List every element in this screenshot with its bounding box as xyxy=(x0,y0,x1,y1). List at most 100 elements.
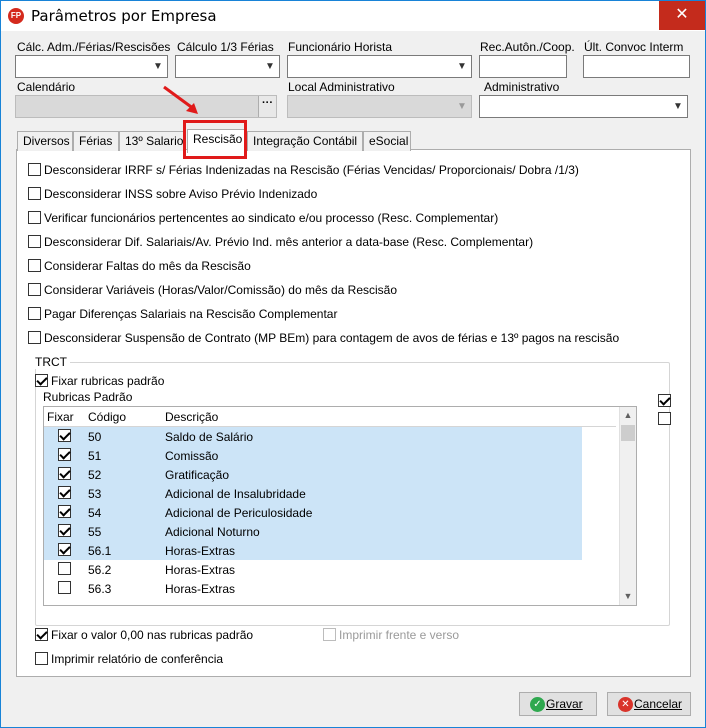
checkbox[interactable] xyxy=(28,163,41,177)
calendario-label: Calendário xyxy=(17,80,76,94)
checkbox[interactable] xyxy=(35,628,48,642)
fixar-zero-option[interactable]: Fixar o valor 0,00 nas rubricas padrão xyxy=(35,627,253,643)
row-fixar-checkbox[interactable] xyxy=(58,562,71,575)
check-icon: ✓ xyxy=(530,697,545,712)
table-row[interactable]: 50 Saldo de Salário xyxy=(44,427,582,446)
administrativo-select[interactable]: ▼ xyxy=(479,95,688,118)
table-row[interactable]: 56.2 Horas-Extras xyxy=(44,560,582,579)
table-row[interactable]: 52 Gratificação xyxy=(44,465,582,484)
option-label: Desconsiderar IRRF s/ Férias Indenizadas… xyxy=(44,162,579,177)
local-adm-select[interactable]: ▼ xyxy=(287,95,472,118)
table-row[interactable]: 55 Adicional Noturno xyxy=(44,522,582,541)
row-fixar-checkbox[interactable] xyxy=(58,429,71,442)
scroll-thumb[interactable] xyxy=(621,425,635,441)
checkbox[interactable] xyxy=(35,652,48,666)
row-fixar-checkbox[interactable] xyxy=(58,581,71,594)
row-fixar-checkbox[interactable] xyxy=(58,543,71,556)
table-row[interactable]: 54 Adicional de Periculosidade xyxy=(44,503,582,522)
close-button[interactable]: ✕ xyxy=(659,1,705,30)
row-descricao: Gratificação xyxy=(165,468,230,482)
checkbox[interactable] xyxy=(35,374,48,388)
option-dif-salariais[interactable]: Desconsiderar Dif. Salariais/Av. Prévio … xyxy=(28,234,533,250)
checkbox[interactable] xyxy=(28,283,41,297)
row-codigo: 53 xyxy=(88,487,102,501)
tab-rescisao[interactable]: Rescisão xyxy=(187,129,245,153)
row-descricao: Adicional Noturno xyxy=(165,525,260,539)
grid-header: Fixar Código Descrição xyxy=(44,407,616,427)
row-descricao: Horas-Extras xyxy=(165,544,236,558)
checkbox[interactable] xyxy=(28,259,41,273)
ult-convoc-label: Últ. Convoc Interm xyxy=(584,40,684,54)
cancelar-button[interactable]: ✕ Cancelar xyxy=(607,692,691,716)
calendario-browse-button[interactable]: ··· xyxy=(258,96,276,117)
option-variaveis[interactable]: Considerar Variáveis (Horas/Valor/Comiss… xyxy=(28,282,397,298)
imprimir-frente-verso-option[interactable]: Imprimir frente e verso xyxy=(323,627,459,643)
table-row[interactable]: 56.1 Horas-Extras xyxy=(44,541,582,560)
row-codigo: 55 xyxy=(88,525,102,539)
col-descricao[interactable]: Descrição xyxy=(165,410,218,424)
col-codigo[interactable]: Código xyxy=(88,410,126,424)
administrativo-label: Administrativo xyxy=(484,80,560,94)
row-fixar-checkbox[interactable] xyxy=(58,524,71,537)
option-suspensao[interactable]: Desconsiderar Suspensão de Contrato (MP … xyxy=(28,330,619,346)
option-inss-aviso[interactable]: Desconsiderar INSS sobre Aviso Prévio In… xyxy=(28,186,317,202)
row-fixar-checkbox[interactable] xyxy=(58,505,71,518)
scroll-down-icon[interactable]: ▼ xyxy=(620,588,636,605)
table-row[interactable]: 56.3 Horas-Extras xyxy=(44,579,582,598)
table-row[interactable]: 53 Adicional de Insalubridade xyxy=(44,484,582,503)
calc-13-select[interactable]: ▼ xyxy=(175,55,280,78)
tab-diversos[interactable]: Diversos xyxy=(17,131,73,151)
scroll-up-icon[interactable]: ▲ xyxy=(620,407,636,424)
fixar-rubricas-option[interactable]: Fixar rubricas padrão xyxy=(35,373,164,389)
checkbox[interactable] xyxy=(323,628,336,642)
gravar-button[interactable]: ✓ Gravar xyxy=(519,692,597,716)
option-label: Desconsiderar Suspensão de Contrato (MP … xyxy=(44,330,620,345)
tab-esocial[interactable]: eSocial xyxy=(363,131,411,151)
rubricas-grid[interactable]: Fixar Código Descrição 50 Saldo de Salár… xyxy=(43,406,637,606)
imprimir-relatorio-option[interactable]: Imprimir relatório de conferência xyxy=(35,651,223,667)
row-codigo: 56.3 xyxy=(88,582,112,596)
calc-adm-select[interactable]: ▼ xyxy=(15,55,168,78)
gravar-label: Gravar xyxy=(546,697,583,711)
chevron-down-icon: ▼ xyxy=(153,61,163,72)
calendario-input[interactable]: ··· xyxy=(15,95,277,118)
option-faltas[interactable]: Considerar Faltas do mês da Rescisão xyxy=(28,258,251,274)
tab-ferias[interactable]: Férias xyxy=(73,131,119,151)
close-icon: ✕ xyxy=(618,697,633,712)
row-fixar-checkbox[interactable] xyxy=(58,448,71,461)
checkbox[interactable] xyxy=(28,235,41,249)
row-codigo: 50 xyxy=(88,430,102,444)
option-label: Fixar o valor 0,00 nas rubricas padrão xyxy=(51,627,254,642)
option-label: Imprimir frente e verso xyxy=(339,627,460,642)
option-diferencas[interactable]: Pagar Diferenças Salariais na Rescisão C… xyxy=(28,306,337,322)
row-codigo: 54 xyxy=(88,506,102,520)
row-fixar-checkbox[interactable] xyxy=(58,486,71,499)
annotation-arrow-icon xyxy=(163,85,198,114)
row-descricao: Adicional de Periculosidade xyxy=(165,506,313,520)
row-codigo: 56.1 xyxy=(88,544,112,558)
ult-convoc-input[interactable] xyxy=(583,55,690,78)
checkbox[interactable] xyxy=(28,187,41,201)
row-codigo: 56.2 xyxy=(88,563,112,577)
func-horista-select[interactable]: ▼ xyxy=(287,55,472,78)
cancelar-label: Cancelar xyxy=(634,697,683,711)
rec-auton-input[interactable] xyxy=(479,55,567,78)
grid-scrollbar[interactable]: ▲ ▼ xyxy=(619,407,636,605)
option-irrf-ferias[interactable]: Desconsiderar IRRF s/ Férias Indenizadas… xyxy=(28,162,579,178)
chevron-down-icon: ▼ xyxy=(265,61,275,72)
option-sindicato[interactable]: Verificar funcionários pertencentes ao s… xyxy=(28,210,498,226)
tab-13-salario[interactable]: 13º Salario xyxy=(119,131,185,151)
col-fixar[interactable]: Fixar xyxy=(47,410,74,424)
rescisao-tab-panel: Desconsiderar IRRF s/ Férias Indenizadas… xyxy=(16,149,691,677)
table-row[interactable]: 51 Comissão xyxy=(44,446,582,465)
tab-integracao-contabil[interactable]: Integração Contábil xyxy=(247,131,363,151)
checkbox[interactable] xyxy=(28,307,41,321)
option-label: Pagar Diferenças Salariais na Rescisão C… xyxy=(44,306,338,321)
side-checkbox-2[interactable] xyxy=(658,412,671,425)
side-checkbox-1[interactable] xyxy=(658,394,671,407)
row-descricao: Comissão xyxy=(165,449,219,463)
checkbox[interactable] xyxy=(28,211,41,225)
row-fixar-checkbox[interactable] xyxy=(58,467,71,480)
option-label: Considerar Faltas do mês da Rescisão xyxy=(44,258,251,273)
checkbox[interactable] xyxy=(28,331,41,345)
